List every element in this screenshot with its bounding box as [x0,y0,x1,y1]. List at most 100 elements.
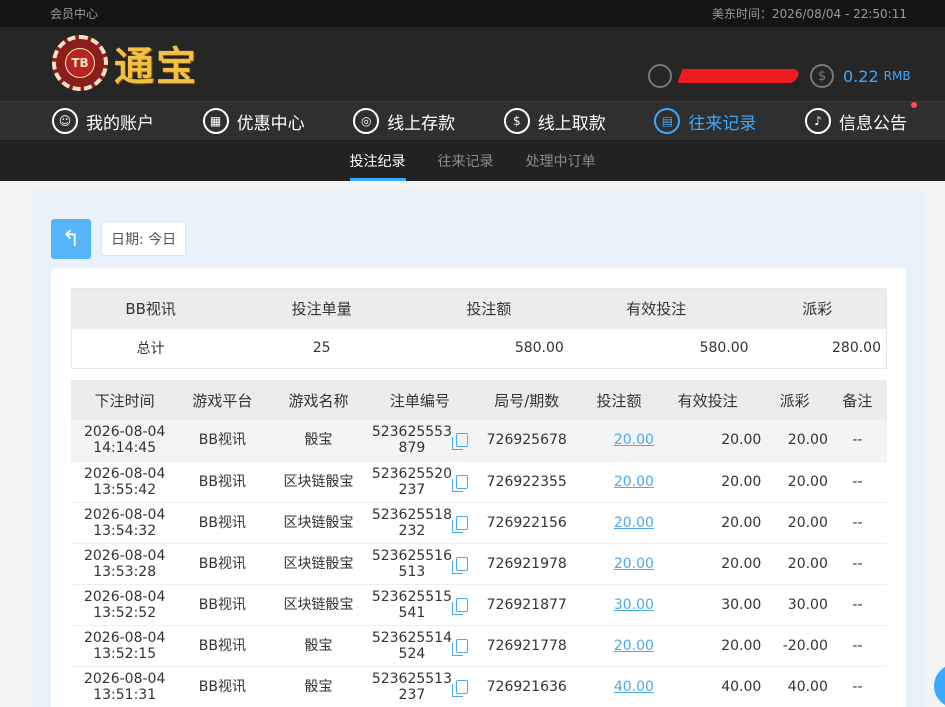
deposit-icon: ◎ [353,108,380,134]
nav-label: 线上存款 [387,113,456,134]
back-arrow-icon: ↰ [61,226,81,252]
order-number-part: 523625516 [371,547,452,564]
valid-bet-cell: 20.00 [653,543,762,585]
summary-bet-count: 25 [312,340,331,357]
order-number-part: 513 [398,563,426,580]
logo-chip-text: TB [65,48,95,78]
bet-time: 13:51:31 [93,686,157,703]
order-number-part: 879 [398,440,426,457]
floating-help-button[interactable] [934,664,945,707]
nav-label: 我的账户 [86,113,154,134]
nav-online-withdraw[interactable]: $ 线上取款 [503,108,606,134]
game-name-cell: 区块链骰宝 [266,584,371,626]
game-name-cell: 骰宝 [266,420,371,462]
tab-pending-orders[interactable]: 处理中订单 [526,141,596,181]
bet-amount-link[interactable]: 30.00 [614,597,654,613]
site-logo[interactable]: TB 通宝 [52,34,198,92]
copy-icon[interactable] [452,433,468,451]
payout-cell: 40.00 [761,666,828,707]
bet-amount-link[interactable]: 40.00 [614,679,654,695]
balance: $ 0.22 RMB [810,64,911,88]
round-number-cell: 726925678 [469,420,585,462]
detail-header: 局号/期数 [469,380,585,420]
platform-cell: BB视讯 [178,584,267,626]
bet-time-cell: 2026-08-04 13:52:52 [71,584,179,626]
nav-label: 信息公告 [838,113,907,134]
note-cell: -- [827,543,887,585]
valid-bet-cell: 20.00 [653,502,762,544]
bet-amount-link[interactable]: 20.00 [614,432,654,448]
bet-date: 2026-08-04 [83,506,166,523]
order-number-part: 523625515 [371,588,452,605]
bet-detail-table: 下注时间 游戏平台 游戏名称 注单编号 局号/期数 投注额 有效投注 派彩 备注… [71,380,887,707]
order-number-cell: 523625553 879 [370,420,470,462]
copy-icon[interactable] [452,474,468,492]
detail-header: 派彩 [761,380,828,420]
order-number-part: 232 [398,522,426,539]
summary-payout: 280.00 [832,340,881,357]
copy-icon[interactable] [452,515,468,533]
bet-time: 13:52:52 [93,604,157,621]
records-card: BB视讯 投注单量 投注额 有效投注 派彩 总计 25 580.00 580.0… [51,268,906,707]
game-name-cell: 区块链骰宝 [266,502,371,544]
header: TB 通宝 $ 0.22 RMB [0,27,945,101]
bet-amount-link[interactable]: 20.00 [614,474,654,490]
detail-header: 有效投注 [653,380,762,420]
valid-bet-cell: 20.00 [653,625,762,667]
summary-table: BB视讯 投注单量 投注额 有效投注 派彩 总计 25 580.00 580.0… [71,288,887,369]
order-number-part: 523625514 [371,629,452,646]
copy-icon[interactable] [452,679,468,697]
order-number-part: 523625553 [371,424,452,441]
date-filter[interactable]: 日期: 今日 [101,221,187,256]
nav-announcements[interactable]: ♪ 信息公告 [804,102,917,134]
tab-bet-records[interactable]: 投注纪录 [349,141,406,181]
nav-online-deposit[interactable]: ◎ 线上存款 [353,108,455,134]
table-row: 2026-08-04 13:53:28 BB视讯 区块链骰宝 523625516 5… [71,543,887,585]
bet-date: 2026-08-04 [83,588,166,605]
table-row: 2026-08-04 14:14:45 BB视讯 骰宝 523625553 879 … [71,420,887,462]
nav-label: 往来记录 [688,113,757,134]
copy-icon[interactable] [452,597,468,615]
note-cell: -- [827,502,887,544]
table-row: 2026-08-04 13:52:15 BB视讯 骰宝 523625514 524 … [71,625,887,667]
note-cell: -- [827,420,887,462]
round-number-cell: 726922156 [469,502,585,544]
user-info[interactable] [648,64,801,88]
valid-bet-cell: 40.00 [653,666,762,707]
copy-icon[interactable] [452,556,468,574]
withdraw-icon: $ [503,108,530,134]
order-number-cell: 523625518 232 [370,502,470,544]
bell-icon: ♪ [804,108,831,134]
detail-header: 投注额 [584,380,654,420]
detail-header-row: 下注时间 游戏平台 游戏名称 注单编号 局号/期数 投注额 有效投注 派彩 备注 [71,380,887,420]
bet-time-cell: 2026-08-04 13:52:15 [71,625,179,667]
member-center-label: 会员中心 [50,7,99,21]
platform-cell: BB视讯 [178,461,267,503]
top-bar: 会员中心 美东时间：2026/08/04 - 22:50:11 [0,0,945,27]
summary-header-row: BB视讯 投注单量 投注额 有效投注 派彩 [71,288,887,329]
tab-transaction-records[interactable]: 往来记录 [438,141,494,181]
bet-amount-link[interactable]: 20.00 [614,556,654,572]
table-row: 2026-08-04 13:52:52 BB视讯 区块链骰宝 523625515 5… [71,584,887,626]
bet-amount-link[interactable]: 20.00 [614,638,654,654]
user-icon [648,64,672,88]
note-cell: -- [827,625,887,667]
note-cell: -- [827,584,887,626]
bet-time-cell: 2026-08-04 13:54:32 [71,502,179,544]
bet-amount-link[interactable]: 20.00 [614,515,654,531]
game-name-cell: 区块链骰宝 [266,543,371,585]
bet-date: 2026-08-04 [83,670,166,687]
nav-promotions[interactable]: ▦ 优惠中心 [202,108,305,134]
gift-icon: ▦ [202,108,229,134]
order-number-cell: 523625514 524 [370,625,470,667]
platform-cell: BB视讯 [178,502,267,544]
nav-records[interactable]: ▤ 往来记录 [654,108,756,134]
nav-my-account[interactable]: ☺ 我的账户 [52,108,154,134]
order-number-cell: 523625513 237 [370,666,470,707]
bet-time-cell: 2026-08-04 13:55:42 [71,461,179,503]
bet-time: 13:54:32 [93,522,157,539]
detail-header: 注单编号 [370,380,470,420]
order-number-part: 523625513 [371,670,452,687]
back-button[interactable]: ↰ [51,219,91,259]
copy-icon[interactable] [452,638,468,656]
